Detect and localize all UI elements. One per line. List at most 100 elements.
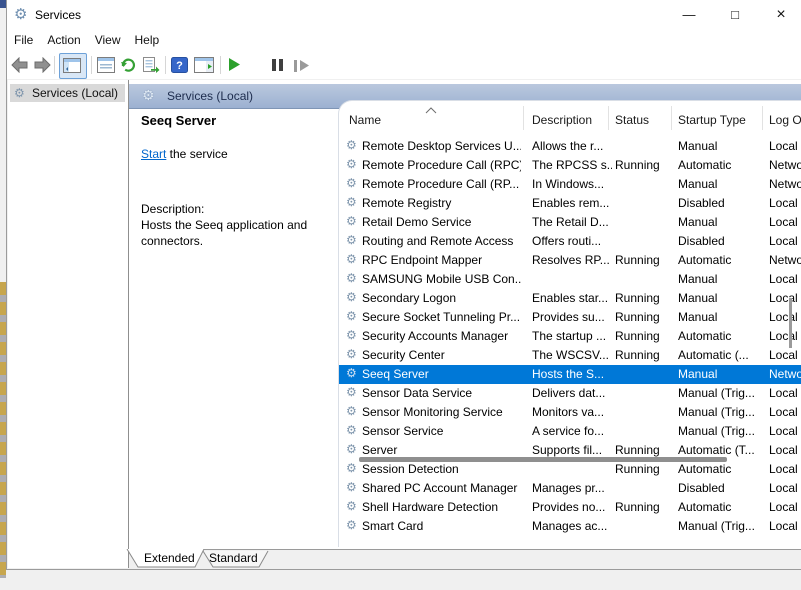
table-cell: Enables star...	[532, 291, 612, 305]
table-cell: Network S...	[769, 367, 801, 381]
table-row[interactable]: ⚙Seeq ServerHosts the S...ManualNetwork …	[339, 365, 801, 384]
table-row[interactable]: ⚙Remote Procedure Call (RP...In Windows.…	[339, 175, 801, 194]
restart-service-icon[interactable]	[294, 57, 310, 72]
table-row[interactable]: ⚙Sensor Data ServiceDelivers dat...Manua…	[339, 384, 801, 403]
table-row[interactable]: ⚙Secondary LogonEnables star...RunningMa…	[339, 289, 801, 308]
table-cell: Hosts the S...	[532, 367, 612, 381]
table-cell: Manual	[678, 310, 762, 324]
table-cell: Delivers dat...	[532, 386, 612, 400]
start-service-icon[interactable]	[228, 57, 241, 75]
service-gear-icon: ⚙	[346, 310, 357, 323]
table-cell: Network S...	[769, 177, 801, 191]
show-console-tree-icon[interactable]	[59, 53, 87, 79]
service-gear-icon: ⚙	[346, 367, 357, 380]
table-row[interactable]: ⚙Remote RegistryEnables rem...DisabledLo…	[339, 194, 801, 213]
tab-standard[interactable]: Standard	[209, 551, 258, 565]
column-header-status[interactable]: Status	[615, 113, 649, 127]
vertical-scrollbar-thumb[interactable]	[789, 298, 792, 348]
table-row[interactable]: ⚙Remote Desktop Services U...Allows the …	[339, 137, 801, 156]
back-icon[interactable]	[10, 57, 29, 76]
service-gear-icon: ⚙	[346, 405, 357, 418]
table-row[interactable]: ⚙Secure Socket Tunneling Pr...Provides s…	[339, 308, 801, 327]
menu-item-view[interactable]: View	[88, 30, 128, 52]
maximize-button[interactable]: □	[713, 0, 757, 30]
table-row[interactable]: ⚙Sensor Monitoring ServiceMonitors va...…	[339, 403, 801, 422]
table-cell: Offers routi...	[532, 234, 612, 248]
table-cell: Secure Socket Tunneling Pr...	[362, 310, 521, 324]
table-cell: Smart Card	[362, 519, 521, 533]
toolbar-separator	[54, 56, 55, 74]
table-row[interactable]: ⚙Retail Demo ServiceThe Retail D...Manua…	[339, 213, 801, 232]
table-row[interactable]: ⚙SAMSUNG Mobile USB Con...ManualLocal Sy…	[339, 270, 801, 289]
refresh-icon[interactable]	[120, 57, 137, 76]
table-row[interactable]: ⚙Routing and Remote AccessOffers routi..…	[339, 232, 801, 251]
column-header-startup-type[interactable]: Startup Type	[678, 113, 746, 127]
column-header-description[interactable]: Description	[532, 113, 592, 127]
menu-item-file[interactable]: File	[7, 30, 40, 52]
forward-icon[interactable]	[33, 57, 52, 76]
service-gear-icon: ⚙	[346, 329, 357, 342]
column-separator[interactable]	[762, 106, 763, 130]
service-gear-icon: ⚙	[346, 481, 357, 494]
selected-service-title: Seeq Server	[141, 113, 216, 128]
table-row[interactable]: ⚙Shell Hardware DetectionProvides no...R…	[339, 498, 801, 517]
start-service-link[interactable]: Start	[141, 147, 166, 161]
services-gear-icon: ⚙	[14, 5, 27, 23]
table-row[interactable]: ⚙Smart CardManages ac...Manual (Trig...L…	[339, 517, 801, 536]
table-cell: Secondary Logon	[362, 291, 521, 305]
toolbar-separator	[91, 56, 92, 74]
table-cell: Retail Demo Service	[362, 215, 521, 229]
column-separator[interactable]	[523, 106, 524, 130]
close-button[interactable]: ×	[759, 0, 801, 30]
table-cell: The startup ...	[532, 329, 612, 343]
table-row[interactable]: ⚙Security CenterThe WSCSV...RunningAutom…	[339, 346, 801, 365]
sort-ascending-icon	[425, 103, 437, 117]
service-gear-icon: ⚙	[346, 196, 357, 209]
table-row[interactable]: ⚙Shared PC Account ManagerManages pr...D…	[339, 479, 801, 498]
table-cell: Security Center	[362, 348, 521, 362]
menu-item-action[interactable]: Action	[40, 30, 87, 52]
table-cell: Manages pr...	[532, 481, 612, 495]
table-cell: Running	[615, 291, 671, 305]
horizontal-scrollbar-thumb[interactable]	[359, 457, 727, 462]
column-separator[interactable]	[608, 106, 609, 130]
table-cell: RPC Endpoint Mapper	[362, 253, 521, 267]
table-row[interactable]: ⚙Security Accounts ManagerThe startup ..…	[339, 327, 801, 346]
extended-view-pane: ⚙ Services (Local) Seeq Server Start the…	[129, 80, 801, 550]
table-cell: Disabled	[678, 196, 762, 210]
table-row[interactable]: ⚙Session DetectionRunningAutomaticLocal …	[339, 460, 801, 479]
service-gear-icon: ⚙	[346, 272, 357, 285]
table-cell: Local Syste...	[769, 329, 801, 343]
menu-item-help[interactable]: Help	[128, 30, 167, 52]
table-cell: Remote Procedure Call (RP...	[362, 177, 521, 191]
table-cell: Remote Procedure Call (RPC)	[362, 158, 521, 172]
table-row[interactable]: ⚙Remote Procedure Call (RPC)The RPCSS s.…	[339, 156, 801, 175]
content-area: ⚙ Services (Local) ⚙ Services (Local) Se…	[7, 79, 801, 569]
show-action-pane-icon[interactable]	[194, 57, 214, 76]
tree-item-label: Services (Local)	[32, 86, 118, 100]
table-cell: Local Syste...	[769, 405, 801, 419]
column-separator[interactable]	[671, 106, 672, 130]
table-cell: The WSCSV...	[532, 348, 612, 362]
tab-extended[interactable]: Extended	[144, 551, 195, 565]
service-gear-icon: ⚙	[346, 500, 357, 513]
table-cell: Local Syste...	[769, 348, 801, 362]
column-header-log-on-as[interactable]: Log On As	[769, 113, 801, 127]
help-icon[interactable]: ?	[171, 57, 188, 76]
minimize-button[interactable]: —	[667, 0, 711, 30]
pause-service-icon[interactable]	[272, 57, 283, 71]
table-cell: Running	[615, 329, 671, 343]
table-row[interactable]: ⚙RPC Endpoint MapperResolves RP...Runnin…	[339, 251, 801, 270]
table-cell: Local Syste...	[769, 519, 801, 533]
properties-icon[interactable]	[97, 57, 115, 76]
table-cell: A service fo...	[532, 424, 612, 438]
table-cell: Running	[615, 253, 671, 267]
table-cell: The Retail D...	[532, 215, 612, 229]
table-cell: Manual	[678, 367, 762, 381]
column-header-name[interactable]: Name	[349, 113, 381, 127]
service-table-body: ⚙Remote Desktop Services U...Allows the …	[339, 137, 801, 536]
service-gear-icon: ⚙	[346, 443, 357, 456]
table-row[interactable]: ⚙Sensor ServiceA service fo...Manual (Tr…	[339, 422, 801, 441]
tree-item-services-local[interactable]: ⚙ Services (Local)	[10, 84, 125, 102]
export-list-icon[interactable]	[142, 57, 160, 76]
